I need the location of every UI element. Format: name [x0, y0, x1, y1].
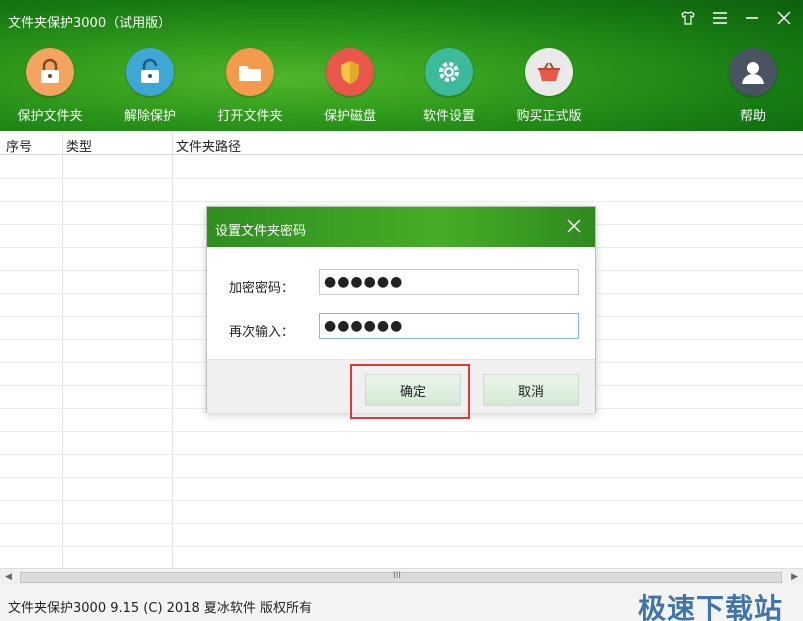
unprotect-button[interactable]: 解除保护 [100, 48, 200, 124]
table-row [0, 546, 803, 547]
gear-icon [425, 48, 473, 96]
column-header-index[interactable]: 序号 [6, 136, 32, 155]
dialog-close-icon[interactable] [565, 217, 583, 235]
password-label: 加密密码： [229, 281, 295, 296]
buy-label: 购买正式版 [516, 109, 582, 124]
confirm-password-field[interactable]: ●●●●●● [319, 313, 579, 339]
confirm-password-label: 再次输入： [229, 325, 295, 340]
shield-icon [326, 48, 374, 96]
user-icon [729, 48, 777, 96]
unprotect-label: 解除保护 [123, 109, 176, 124]
password-field[interactable]: ●●●●●● [319, 269, 579, 295]
column-header-type[interactable]: 类型 [66, 136, 92, 155]
settings-label: 软件设置 [422, 109, 475, 124]
protect-disk-label: 保护磁盘 [323, 109, 376, 124]
scroll-left-icon[interactable]: ◀ [5, 572, 12, 582]
set-password-dialog: 设置文件夹密码 加密密码： ●●●●●● 再次输入： ●●●●●● 确定 取消 [206, 206, 596, 419]
scrollbar-grip: III [393, 571, 401, 581]
column-divider [172, 133, 173, 568]
protect-folder-button[interactable]: 保护文件夹 [0, 48, 100, 124]
status-text: 文件夹保护3000 9.15 (C) 2018 夏冰软件 版权所有 [8, 601, 312, 616]
protect-folder-label: 保护文件夹 [17, 109, 83, 124]
table-row [0, 523, 803, 524]
scrollbar-thumb[interactable]: III [20, 571, 782, 583]
open-folder-button[interactable]: 打开文件夹 [200, 48, 300, 124]
header-banner: 文件夹保护3000（试用版） 保护文件夹 解除保护 打开文件夹 保护磁盘 软件设… [0, 0, 803, 131]
watermark-logo: 极速下载站 [637, 592, 783, 621]
open-folder-label: 打开文件夹 [217, 109, 283, 124]
column-divider [62, 133, 63, 568]
status-bar: 文件夹保护3000 9.15 (C) 2018 夏冰软件 版权所有 极速下载站 [0, 585, 803, 621]
table-row [0, 500, 803, 501]
settings-button[interactable]: 软件设置 [399, 48, 499, 124]
horizontal-scrollbar[interactable]: ◀ III ▶ [0, 568, 803, 585]
lock-icon [26, 48, 74, 96]
folder-icon [226, 48, 274, 96]
help-button[interactable]: 帮助 [703, 48, 803, 124]
app-title: 文件夹保护3000（试用版） [8, 16, 172, 31]
table-row [0, 477, 803, 478]
table-row [0, 454, 803, 455]
skin-icon[interactable] [679, 9, 697, 27]
table-row [0, 201, 803, 202]
basket-icon [525, 48, 573, 96]
protect-disk-button[interactable]: 保护磁盘 [300, 48, 400, 124]
column-header-path[interactable]: 文件夹路径 [176, 136, 241, 155]
scroll-right-icon[interactable]: ▶ [791, 572, 798, 582]
dialog-footer: 确定 取消 [207, 359, 595, 419]
table-row [0, 431, 803, 432]
dialog-title: 设置文件夹密码 [215, 224, 307, 239]
table-header: 序号 类型 文件夹路径 [0, 133, 803, 155]
close-icon[interactable] [775, 9, 793, 27]
help-label: 帮助 [739, 109, 766, 124]
minimize-icon[interactable] [743, 9, 761, 27]
window-controls [679, 9, 793, 27]
buy-button[interactable]: 购买正式版 [499, 48, 599, 124]
menu-icon[interactable] [711, 9, 729, 27]
table-row [0, 178, 803, 179]
dialog-titlebar: 设置文件夹密码 [207, 207, 595, 247]
unlock-icon [126, 48, 174, 96]
ok-button[interactable]: 确定 [365, 374, 461, 406]
cancel-button[interactable]: 取消 [483, 374, 579, 406]
